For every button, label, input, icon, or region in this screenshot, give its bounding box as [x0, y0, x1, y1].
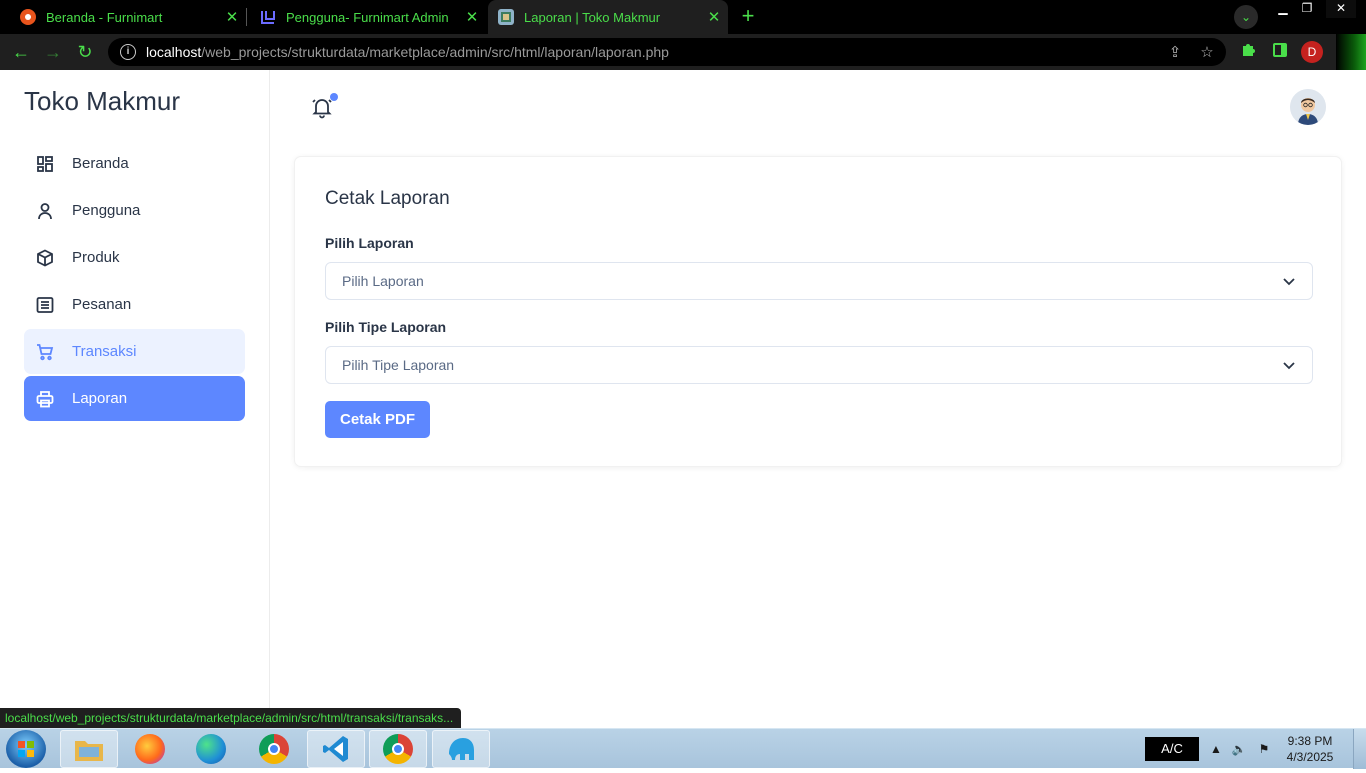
- elephant-app-icon: [449, 738, 474, 760]
- taskbar-firefox[interactable]: [121, 730, 179, 768]
- report-select-value: Pilih Laporan: [342, 273, 424, 289]
- taskbar-chrome-profile[interactable]: [369, 730, 427, 768]
- report-type-select[interactable]: Pilih Tipe Laporan: [325, 346, 1313, 384]
- sidebar-item-label: Pesanan: [72, 296, 132, 313]
- site-info-icon[interactable]: i: [120, 44, 136, 60]
- report-card: Cetak Laporan Pilih Laporan Pilih Lapora…: [294, 156, 1342, 467]
- tab-title: Beranda - Furnimart: [46, 9, 163, 25]
- cart-icon: [34, 341, 56, 363]
- taskbar-app-blue[interactable]: [432, 730, 490, 768]
- close-window-icon[interactable]: ✕: [1326, 0, 1356, 18]
- card-title: Cetak Laporan: [325, 188, 450, 209]
- restore-icon[interactable]: ❐: [1294, 0, 1320, 18]
- show-desktop-button[interactable]: [1353, 729, 1366, 769]
- notification-dot: [330, 93, 338, 101]
- volume-icon[interactable]: 🔈: [1231, 741, 1247, 757]
- user-avatar[interactable]: [1290, 89, 1326, 125]
- furnimart-favicon: [20, 9, 36, 25]
- report-type-select-label: Pilih Tipe Laporan: [325, 319, 447, 335]
- dashboard-icon: [34, 153, 56, 175]
- share-icon[interactable]: ⇪: [1166, 44, 1184, 62]
- sidebar-item-label: Beranda: [72, 155, 129, 172]
- extensions-puzzle-icon[interactable]: [1238, 42, 1258, 62]
- firefox-icon: [135, 734, 165, 764]
- browser-tab-bar: Beranda - Furnimart ✕ Pengguna- Furnimar…: [0, 0, 1366, 34]
- sidebar-item-beranda[interactable]: Beranda: [24, 141, 245, 186]
- profile-avatar[interactable]: D: [1301, 41, 1323, 63]
- report-type-select-value: Pilih Tipe Laporan: [342, 357, 455, 373]
- tab-laporan-toko-makmur[interactable]: Laporan | Toko Makmur ✕: [488, 0, 728, 34]
- chevron-down-icon: [1283, 362, 1295, 370]
- chrome-icon: [259, 734, 289, 764]
- close-tab-icon[interactable]: ✕: [462, 8, 482, 26]
- tab-title: Pengguna- Furnimart Admin: [286, 9, 449, 25]
- decorative-glow: [1336, 34, 1366, 70]
- brand-logo[interactable]: Toko Makmur: [24, 86, 180, 117]
- clock-time: 9:38 PM: [1287, 734, 1333, 748]
- toko-makmur-favicon: [498, 9, 514, 25]
- new-tab-icon[interactable]: +: [736, 5, 760, 29]
- edge-icon: [196, 734, 226, 764]
- user-icon: [34, 200, 56, 222]
- close-tab-icon[interactable]: ✕: [222, 8, 242, 26]
- minimize-icon[interactable]: ▁: [1270, 0, 1296, 18]
- sidebar-item-label: Transaksi: [72, 343, 137, 360]
- clock-date: 4/3/2025: [1286, 750, 1334, 764]
- bookmark-star-icon[interactable]: ☆: [1198, 44, 1216, 62]
- taskbar-chrome[interactable]: [245, 730, 303, 768]
- sidebar-item-transaksi[interactable]: Transaksi: [24, 329, 245, 374]
- taskbar-file-explorer[interactable]: [60, 730, 118, 768]
- url-text: localhost/web_projects/strukturdata/mark…: [146, 44, 669, 60]
- print-pdf-button[interactable]: Cetak PDF: [325, 401, 430, 438]
- tab-pengguna-admin[interactable]: Pengguna- Furnimart Admin ✕: [240, 0, 486, 34]
- sidebar: Toko Makmur Beranda Pengguna Produk Pesa…: [0, 70, 270, 728]
- admin-favicon: [260, 9, 276, 25]
- chrome-icon: [383, 734, 413, 764]
- browser-toolbar: ← → ↻ i localhost/web_projects/strukturd…: [0, 34, 1366, 70]
- sidebar-item-produk[interactable]: Produk: [24, 235, 245, 280]
- action-center-flag-icon[interactable]: ⚑: [1256, 741, 1272, 757]
- start-button[interactable]: [6, 730, 46, 768]
- sidebar-item-label: Produk: [72, 249, 120, 266]
- link-status-bar: localhost/web_projects/strukturdata/mark…: [0, 708, 462, 728]
- ac-indicator[interactable]: A/C: [1145, 737, 1199, 761]
- report-select[interactable]: Pilih Laporan: [325, 262, 1313, 300]
- tab-beranda-furnimart[interactable]: Beranda - Furnimart ✕: [0, 0, 246, 34]
- sidebar-item-laporan[interactable]: Laporan: [24, 376, 245, 421]
- printer-icon: [34, 388, 56, 410]
- address-bar[interactable]: i localhost/web_projects/strukturdata/ma…: [108, 38, 1226, 66]
- system-clock[interactable]: 9:38 PM 4/3/2025: [1280, 733, 1340, 765]
- main-content: Cetak Laporan Pilih Laporan Pilih Lapora…: [270, 70, 1366, 728]
- report-select-label: Pilih Laporan: [325, 235, 414, 251]
- back-arrow-icon[interactable]: ←: [10, 41, 32, 63]
- folder-icon: [75, 741, 103, 761]
- sidebar-item-pesanan[interactable]: Pesanan: [24, 282, 245, 327]
- forward-arrow-icon[interactable]: →: [42, 41, 64, 63]
- list-icon: [34, 294, 56, 316]
- chevron-down-icon: [1283, 278, 1295, 286]
- side-panel-icon[interactable]: [1270, 42, 1290, 62]
- page: Toko Makmur Beranda Pengguna Produk Pesa…: [0, 70, 1366, 728]
- tab-search-chevron-icon[interactable]: ⌄: [1234, 5, 1258, 29]
- show-hidden-icons-icon[interactable]: ▲: [1208, 741, 1224, 757]
- sidebar-item-label: Pengguna: [72, 202, 141, 219]
- close-tab-icon[interactable]: ✕: [704, 8, 724, 26]
- sidebar-item-pengguna[interactable]: Pengguna: [24, 188, 245, 233]
- vscode-icon: [323, 736, 348, 762]
- taskbar-vscode[interactable]: [307, 730, 365, 768]
- windows-taskbar: A/C ▲ 🔈 ⚑ 9:38 PM 4/3/2025: [0, 728, 1366, 769]
- reload-icon[interactable]: ↻: [74, 41, 96, 63]
- tab-title: Laporan | Toko Makmur: [524, 9, 661, 25]
- sidebar-item-label: Laporan: [72, 390, 128, 407]
- box-icon: [34, 247, 56, 269]
- taskbar-edge[interactable]: [182, 730, 240, 768]
